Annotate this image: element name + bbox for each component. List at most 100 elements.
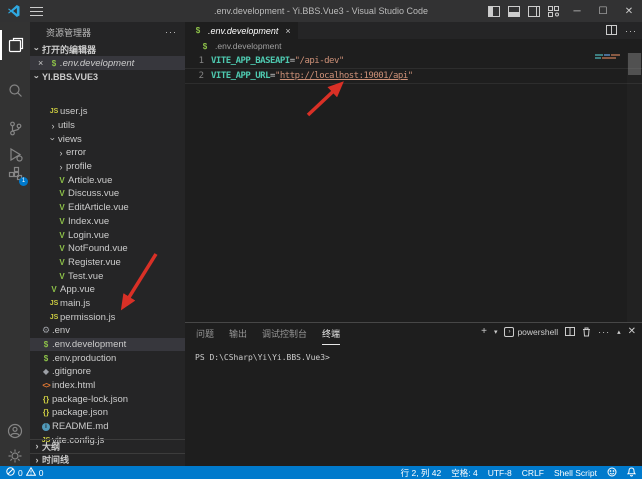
terminal-content[interactable]: PS D:\CSharp\Yi\Yi.BBS.Vue3> bbox=[185, 345, 642, 362]
close-button[interactable]: ✕ bbox=[616, 0, 642, 22]
vscode-logo-icon bbox=[7, 4, 21, 18]
menu-icon[interactable] bbox=[30, 7, 43, 16]
language-mode[interactable]: Shell Script bbox=[554, 468, 597, 478]
eol-sequence[interactable]: CRLF bbox=[522, 468, 544, 478]
workspace-root-header[interactable]: › YI.BBS.VUE3 bbox=[30, 70, 185, 84]
tree-item-label: App.vue bbox=[60, 284, 95, 295]
terminal-dropdown-icon[interactable]: ▾ bbox=[494, 328, 498, 336]
explorer-more-actions[interactable]: ··· bbox=[165, 27, 177, 37]
panel-tab-调试控制台[interactable]: 调试控制台 bbox=[262, 323, 307, 345]
tree-item-permission.js[interactable]: JSpermission.js bbox=[30, 310, 185, 324]
terminal-panel: 问题输出调试控制台终端 + ▾ › powershell ··· ▴ ✕ PS … bbox=[185, 322, 642, 466]
split-editor-icon[interactable] bbox=[606, 22, 617, 40]
tree-item-label: user.js bbox=[60, 106, 87, 117]
tree-item-label: Index.vue bbox=[68, 216, 109, 227]
panel-tab-问题[interactable]: 问题 bbox=[196, 323, 214, 345]
open-editor-item[interactable]: × $ .env.development bbox=[30, 56, 185, 70]
customize-layout-icon[interactable] bbox=[544, 0, 564, 22]
tree-item-Article.vue[interactable]: VArticle.vue bbox=[30, 173, 185, 187]
code-line-1[interactable]: 1VITE_APP_BASEAPI="/api-dev" bbox=[185, 53, 642, 68]
tree-item-utils[interactable]: ›utils bbox=[30, 119, 185, 133]
search-icon[interactable] bbox=[0, 75, 30, 105]
kill-terminal-icon[interactable] bbox=[582, 327, 591, 337]
shell-label: powershell bbox=[517, 327, 558, 337]
explorer-title: 资源管理器 bbox=[46, 26, 91, 39]
tree-item-README.md[interactable]: iREADME.md bbox=[30, 420, 185, 434]
maximize-button[interactable]: ☐ bbox=[590, 0, 616, 22]
tree-item-Discuss.vue[interactable]: VDiscuss.vue bbox=[30, 187, 185, 201]
env-file-icon: $ bbox=[40, 340, 52, 349]
tree-item-error[interactable]: ›error bbox=[30, 146, 185, 160]
error-icon bbox=[6, 467, 15, 478]
maximize-panel-icon[interactable]: ▴ bbox=[617, 328, 621, 336]
panel-tab-输出[interactable]: 输出 bbox=[229, 323, 247, 345]
scrollbar[interactable] bbox=[627, 53, 642, 322]
html-file-icon: <> bbox=[40, 381, 52, 390]
tree-item-Index.vue[interactable]: VIndex.vue bbox=[30, 215, 185, 229]
tree-item-package-lock.json[interactable]: {}package-lock.json bbox=[30, 392, 185, 406]
tab-env-development[interactable]: $ .env.development × bbox=[185, 22, 298, 39]
tree-item-.env.development[interactable]: $.env.development bbox=[30, 338, 185, 352]
open-editors-header[interactable]: › 打开的编辑器 bbox=[30, 42, 185, 56]
outline-section[interactable]: › 大纲 bbox=[30, 439, 185, 453]
editor-more-actions-icon[interactable]: ··· bbox=[625, 26, 637, 36]
toggle-secondary-sidebar-icon[interactable] bbox=[524, 0, 544, 22]
explorer-sidebar: 资源管理器 ··· › 打开的编辑器 × $ .env.development … bbox=[30, 22, 185, 466]
split-terminal-icon[interactable] bbox=[565, 327, 575, 336]
notifications-bell-icon[interactable] bbox=[627, 467, 636, 479]
panel-more-actions-icon[interactable]: ··· bbox=[598, 327, 610, 337]
code-line-2[interactable]: 2VITE_APP_URL="http://localhost:19001/ap… bbox=[185, 68, 642, 83]
tree-item-.env.production[interactable]: $.env.production bbox=[30, 351, 185, 365]
tree-item-label: package.json bbox=[52, 407, 108, 418]
cursor-position[interactable]: 行 2, 列 42 bbox=[401, 467, 442, 479]
tree-item-label: Register.vue bbox=[68, 257, 121, 268]
panel-tab-终端[interactable]: 终端 bbox=[322, 323, 340, 345]
extensions-icon[interactable]: 1 bbox=[0, 158, 30, 188]
tree-item-main.js[interactable]: JSmain.js bbox=[30, 297, 185, 311]
problems-status[interactable]: 0 0 bbox=[6, 467, 43, 478]
vue-file-icon: V bbox=[56, 176, 68, 185]
tree-item-.gitignore[interactable]: ◆.gitignore bbox=[30, 365, 185, 379]
encoding[interactable]: UTF-8 bbox=[488, 468, 512, 478]
explorer-icon[interactable] bbox=[0, 30, 30, 60]
vue-file-icon: V bbox=[56, 244, 68, 253]
tree-item-label: profile bbox=[66, 161, 92, 172]
minimap[interactable] bbox=[595, 53, 627, 60]
tab-close-icon[interactable]: × bbox=[285, 26, 290, 36]
tree-item-package.json[interactable]: {}package.json bbox=[30, 406, 185, 420]
tree-item-label: utils bbox=[58, 120, 75, 131]
toggle-panel-icon[interactable] bbox=[504, 0, 524, 22]
close-editor-icon[interactable]: × bbox=[38, 58, 48, 68]
tree-item-NotFound.vue[interactable]: VNotFound.vue bbox=[30, 242, 185, 256]
js-file-icon: JS bbox=[48, 108, 60, 115]
timeline-section[interactable]: › 时间线 bbox=[30, 453, 185, 467]
tree-item-Login.vue[interactable]: VLogin.vue bbox=[30, 228, 185, 242]
toggle-sidebar-icon[interactable] bbox=[484, 0, 504, 22]
close-panel-icon[interactable]: ✕ bbox=[628, 326, 636, 337]
gear-file-icon: ⚙ bbox=[40, 325, 52, 336]
tree-item-views[interactable]: ›views bbox=[30, 132, 185, 146]
terminal-prompt: PS D:\CSharp\Yi\Yi.BBS.Vue3> bbox=[195, 353, 330, 362]
indentation[interactable]: 空格: 4 bbox=[451, 467, 477, 479]
minimize-button[interactable]: ─ bbox=[564, 0, 590, 22]
line-number: 2 bbox=[185, 71, 211, 81]
feedback-smiley-icon[interactable] bbox=[607, 467, 617, 479]
tree-item-user.js[interactable]: JSuser.js bbox=[30, 105, 185, 119]
tree-item-EditArticle.vue[interactable]: VEditArticle.vue bbox=[30, 201, 185, 215]
tree-item-index.html[interactable]: <>index.html bbox=[30, 379, 185, 393]
open-editor-label: .env.development bbox=[60, 58, 134, 69]
new-terminal-icon[interactable]: + bbox=[481, 326, 487, 337]
breadcrumb[interactable]: $ .env.development bbox=[185, 39, 642, 53]
terminal-shell-item[interactable]: › powershell bbox=[504, 327, 558, 337]
tree-item-profile[interactable]: ›profile bbox=[30, 160, 185, 174]
line-number: 1 bbox=[185, 56, 211, 66]
tree-item-Test.vue[interactable]: VTest.vue bbox=[30, 269, 185, 283]
tree-item-.env[interactable]: ⚙.env bbox=[30, 324, 185, 338]
tree-item-Register.vue[interactable]: VRegister.vue bbox=[30, 256, 185, 270]
tree-item-label: .gitignore bbox=[52, 366, 91, 377]
url-link[interactable]: http://localhost:19001/api bbox=[280, 71, 408, 81]
tree-item-App.vue[interactable]: VApp.vue bbox=[30, 283, 185, 297]
title-bar: .env.development - Yi.BBS.Vue3 - Visual … bbox=[0, 0, 642, 22]
vscode-window: .env.development - Yi.BBS.Vue3 - Visual … bbox=[0, 0, 642, 482]
code-editor[interactable]: 1VITE_APP_BASEAPI="/api-dev"2VITE_APP_UR… bbox=[185, 53, 642, 322]
